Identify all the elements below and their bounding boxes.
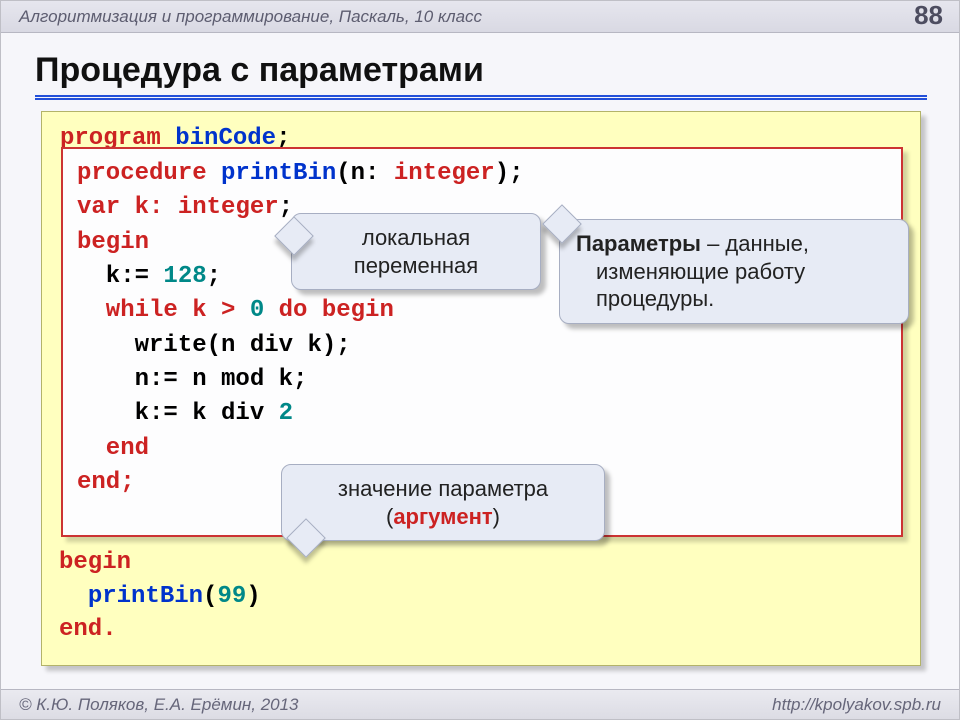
callout-arg-line1: значение параметра bbox=[298, 475, 588, 503]
callout-params-rest1: – данные, bbox=[701, 231, 809, 256]
page-title: Процедура с параметрами bbox=[35, 51, 484, 90]
l4-c: ; bbox=[207, 263, 221, 290]
type-integer-2: integer bbox=[178, 194, 279, 221]
outer-bottom-code: begin printBin(99) end. bbox=[59, 546, 261, 647]
callout-arg-rp: ) bbox=[493, 504, 500, 529]
callout-argument: значение параметра (аргумент) bbox=[281, 464, 605, 541]
semi-2: ; bbox=[279, 194, 293, 221]
call-indent bbox=[59, 583, 88, 610]
kw-var: var k: bbox=[77, 194, 178, 221]
l7: n:= n mod k; bbox=[77, 366, 307, 393]
kw-end-loop: end bbox=[77, 435, 149, 462]
page-number: 88 bbox=[914, 0, 943, 31]
l6: write(n div k); bbox=[77, 332, 351, 359]
callout-local-line2: переменная bbox=[308, 252, 524, 280]
kw-procedure: procedure bbox=[77, 160, 221, 187]
callout-params-rest3: процедуры. bbox=[576, 285, 892, 313]
breadcrumb: Алгоритмизация и программирование, Паска… bbox=[19, 7, 482, 26]
callout-local-var: локальная переменная bbox=[291, 213, 541, 290]
num-2: 2 bbox=[279, 400, 293, 427]
l4-a: k:= bbox=[77, 263, 163, 290]
rp: ) bbox=[246, 583, 260, 610]
kw-begin-outer: begin bbox=[59, 549, 131, 576]
footer-copyright: © К.Ю. Поляков, Е.А. Ерёмин, 2013 bbox=[19, 690, 299, 719]
call-name: printBin bbox=[88, 583, 203, 610]
kw-end-proc: end; bbox=[77, 469, 135, 496]
slide-footer: © К.Ю. Поляков, Е.А. Ерёмин, 2013 http:/… bbox=[1, 689, 959, 719]
type-integer-1: integer bbox=[394, 160, 495, 187]
callout-local-line1: локальная bbox=[308, 224, 524, 252]
callout-arg-word: аргумент bbox=[393, 504, 492, 529]
slide-header: Алгоритмизация и программирование, Паска… bbox=[1, 1, 959, 33]
kw-do-begin: do begin bbox=[264, 297, 394, 324]
kw-begin-inner: begin bbox=[77, 229, 149, 256]
kw-while: while k > bbox=[77, 297, 250, 324]
lp: ( bbox=[203, 583, 217, 610]
callout-params: Параметры – данные, изменяющие работу пр… bbox=[559, 219, 909, 324]
call-arg: 99 bbox=[217, 583, 246, 610]
proc-name: printBin bbox=[221, 160, 336, 187]
callout-params-bold: Параметры bbox=[576, 231, 701, 256]
title-underline bbox=[35, 95, 927, 100]
kw-end-outer: end. bbox=[59, 616, 117, 643]
num-0: 0 bbox=[250, 297, 264, 324]
l8-a: k:= k div bbox=[77, 400, 279, 427]
callout-params-rest2: изменяющие работу bbox=[576, 258, 892, 286]
proc-sig-open: (n: bbox=[336, 160, 394, 187]
footer-url: http://kpolyakov.spb.ru bbox=[772, 690, 941, 719]
num-128: 128 bbox=[163, 263, 206, 290]
proc-sig-close: ); bbox=[495, 160, 524, 187]
